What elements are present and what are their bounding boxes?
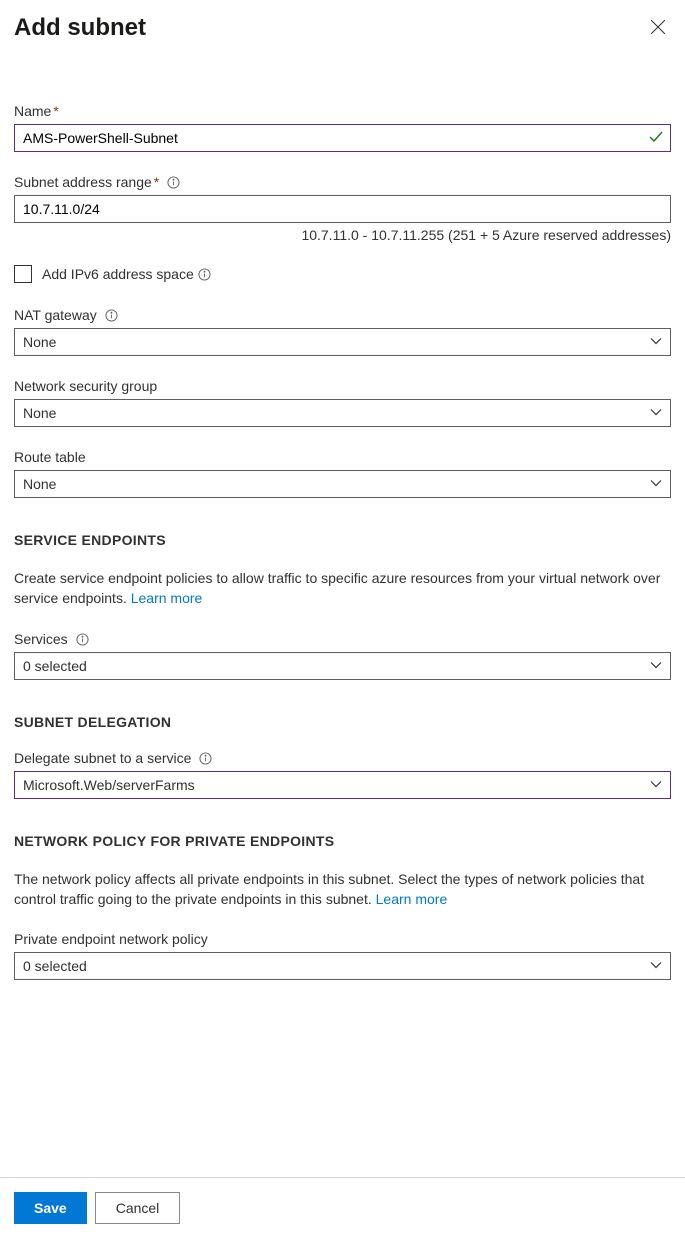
chevron-down-icon xyxy=(650,958,662,974)
page-title: Add subnet xyxy=(14,14,146,42)
services-label: Services xyxy=(14,631,671,647)
nat-gateway-label-text: NAT gateway xyxy=(14,307,97,323)
name-input[interactable] xyxy=(14,124,671,152)
delegate-value: Microsoft.Web/serverFarms xyxy=(23,777,195,793)
save-button[interactable]: Save xyxy=(14,1192,87,1224)
private-endpoint-policy-select[interactable]: 0 selected xyxy=(14,952,671,980)
nat-gateway-value: None xyxy=(23,334,56,350)
nsg-select[interactable]: None xyxy=(14,399,671,427)
chevron-down-icon xyxy=(650,777,662,793)
subnet-range-label: Subnet address range* xyxy=(14,174,671,190)
info-icon[interactable] xyxy=(198,268,211,281)
subnet-range-label-text: Subnet address range xyxy=(14,174,152,190)
nat-gateway-label: NAT gateway xyxy=(14,307,671,323)
delegate-select[interactable]: Microsoft.Web/serverFarms xyxy=(14,771,671,799)
cancel-button[interactable]: Cancel xyxy=(95,1192,181,1224)
info-icon[interactable] xyxy=(105,309,118,322)
private-endpoint-policy-value: 0 selected xyxy=(23,958,87,974)
close-button[interactable] xyxy=(645,14,671,43)
learn-more-link[interactable]: Learn more xyxy=(131,590,203,606)
subnet-range-input[interactable] xyxy=(14,195,671,223)
route-table-label: Route table xyxy=(14,449,671,465)
required-asterisk: * xyxy=(53,103,58,119)
service-endpoints-description: Create service endpoint policies to allo… xyxy=(14,568,671,609)
chevron-down-icon xyxy=(650,476,662,492)
chevron-down-icon xyxy=(650,405,662,421)
nsg-label: Network security group xyxy=(14,378,671,394)
nat-gateway-select[interactable]: None xyxy=(14,328,671,356)
checkmark-icon xyxy=(648,129,664,148)
ipv6-label: Add IPv6 address space xyxy=(42,266,194,282)
nsg-value: None xyxy=(23,405,56,421)
info-icon[interactable] xyxy=(167,176,180,189)
name-label-text: Name xyxy=(14,103,51,119)
services-select[interactable]: 0 selected xyxy=(14,652,671,680)
learn-more-link[interactable]: Learn more xyxy=(376,891,448,907)
network-policy-description: The network policy affects all private e… xyxy=(14,869,671,910)
footer-bar: Save Cancel xyxy=(0,1177,685,1237)
delegate-label-text: Delegate subnet to a service xyxy=(14,750,191,766)
service-endpoints-heading: SERVICE ENDPOINTS xyxy=(14,532,671,548)
services-value: 0 selected xyxy=(23,658,87,674)
subnet-range-hint: 10.7.11.0 - 10.7.11.255 (251 + 5 Azure r… xyxy=(14,227,671,243)
ipv6-checkbox[interactable] xyxy=(14,265,32,283)
delegate-label: Delegate subnet to a service xyxy=(14,750,671,766)
info-icon[interactable] xyxy=(199,752,212,765)
chevron-down-icon xyxy=(650,334,662,350)
info-icon[interactable] xyxy=(76,633,89,646)
services-label-text: Services xyxy=(14,631,68,647)
route-table-select[interactable]: None xyxy=(14,470,671,498)
network-policy-heading: NETWORK POLICY FOR PRIVATE ENDPOINTS xyxy=(14,833,671,849)
close-icon xyxy=(651,22,665,37)
chevron-down-icon xyxy=(650,658,662,674)
private-endpoint-policy-label: Private endpoint network policy xyxy=(14,931,671,947)
route-table-value: None xyxy=(23,476,56,492)
required-asterisk: * xyxy=(154,174,159,190)
name-label: Name* xyxy=(14,103,671,119)
subnet-delegation-heading: SUBNET DELEGATION xyxy=(14,714,671,730)
